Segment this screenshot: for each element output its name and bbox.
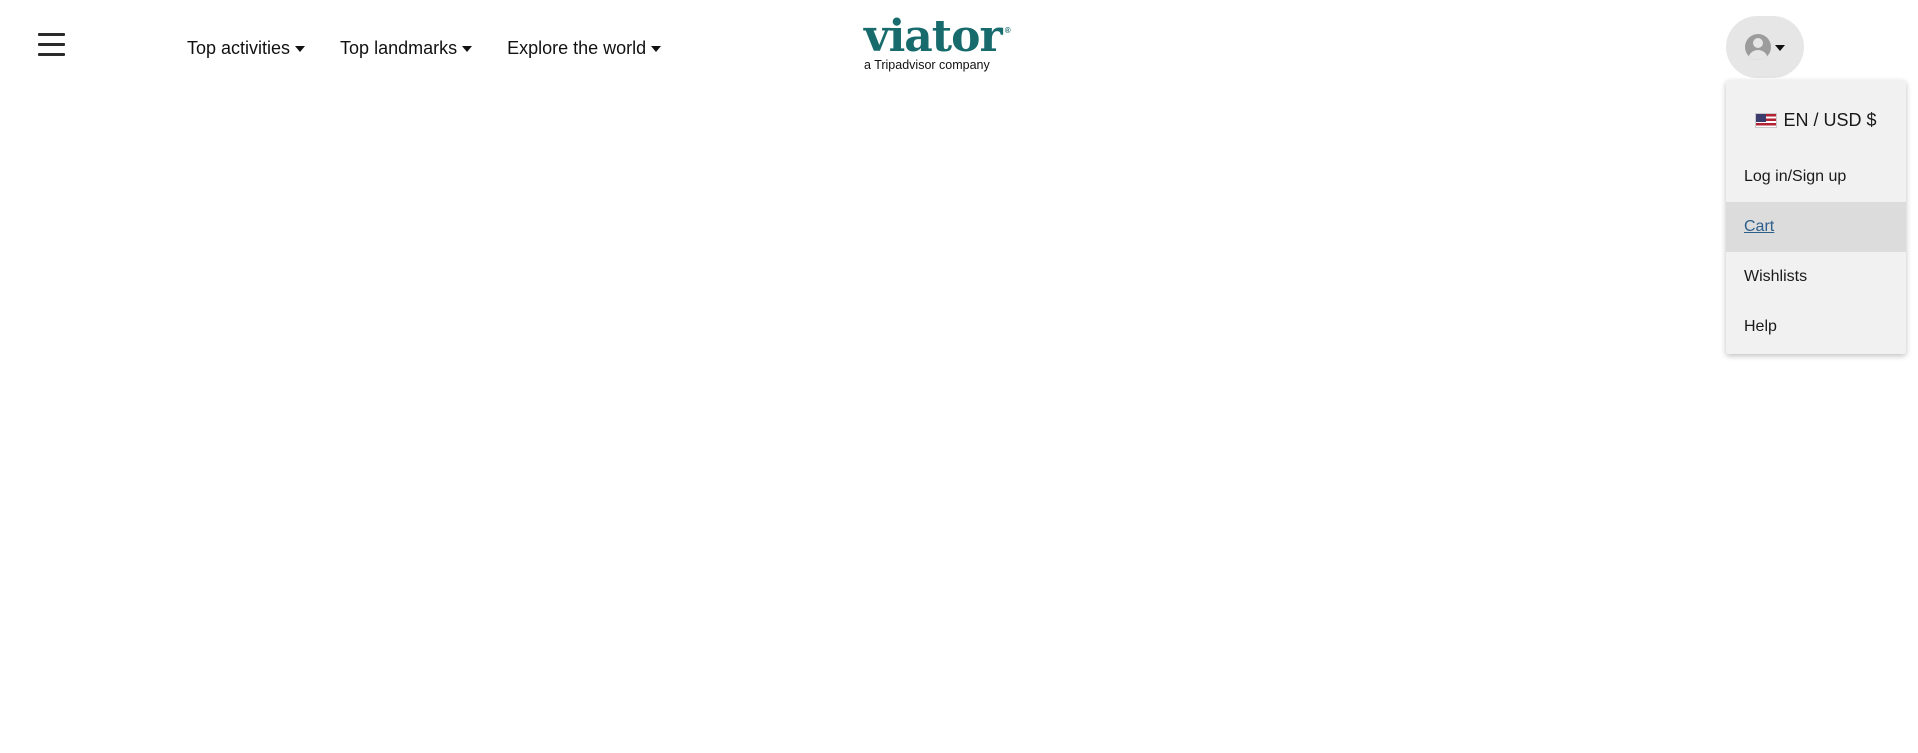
- nav-label: Top activities: [187, 38, 291, 58]
- nav-explore-the-world[interactable]: Explore the world: [507, 38, 662, 59]
- caret-down-icon: [1775, 44, 1785, 51]
- caret-down-icon: [295, 46, 306, 52]
- menu-item-cart[interactable]: Cart: [1726, 202, 1906, 252]
- avatar-head: [1753, 38, 1763, 48]
- hamburger-menu-icon[interactable]: [38, 31, 65, 57]
- flag-canton: [1756, 113, 1767, 122]
- caret-down-icon: [462, 46, 473, 52]
- locale-label: EN / USD $: [1783, 109, 1877, 130]
- menu-item-login-signup[interactable]: Log in/Sign up: [1726, 152, 1906, 202]
- page: Top activities Top landmarks Explore the…: [0, 0, 1918, 753]
- menu-item-label: Help: [1744, 318, 1777, 335]
- us-flag-icon: [1755, 112, 1778, 128]
- account-menu-button[interactable]: [1726, 16, 1804, 78]
- nav-top-activities[interactable]: Top activities: [187, 38, 306, 59]
- logo-registered-mark: ®: [1004, 26, 1011, 35]
- hamburger-line: [38, 43, 65, 46]
- caret-down-icon: [651, 46, 662, 52]
- hamburger-line: [38, 53, 65, 56]
- menu-item-label: Wishlists: [1744, 268, 1808, 285]
- logo-wordmark: viator ®: [864, 11, 1011, 62]
- locale-currency-selector[interactable]: EN / USD $: [1726, 80, 1906, 152]
- logo-wordmark-text: viator: [864, 11, 1003, 62]
- menu-item-help[interactable]: Help: [1726, 302, 1906, 352]
- top-nav: Top activities Top landmarks Explore the…: [187, 38, 662, 59]
- account-dropdown: EN / USD $ Log in/Sign up Cart Wishlists…: [1726, 80, 1906, 354]
- avatar-body: [1748, 50, 1768, 60]
- menu-item-wishlists[interactable]: Wishlists: [1726, 252, 1906, 302]
- viator-logo[interactable]: viator ® a Tripadvisor company: [864, 11, 1011, 78]
- menu-item-label: Log in/Sign up: [1744, 168, 1847, 185]
- nav-label: Explore the world: [507, 38, 647, 58]
- hamburger-line: [38, 33, 65, 36]
- nav-top-landmarks[interactable]: Top landmarks: [340, 38, 473, 59]
- nav-label: Top landmarks: [340, 38, 458, 58]
- user-avatar-icon: [1745, 34, 1771, 60]
- menu-item-label: Cart: [1744, 218, 1775, 235]
